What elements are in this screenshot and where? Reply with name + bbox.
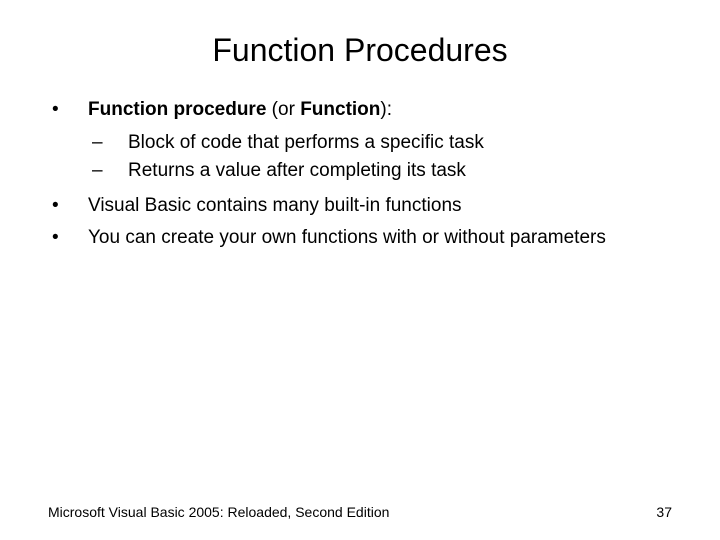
bullet-item: • Function procedure (or Function): <box>48 97 672 124</box>
slide-footer: Microsoft Visual Basic 2005: Reloaded, S… <box>48 504 672 520</box>
bullet-text: Visual Basic contains many built-in func… <box>88 193 672 220</box>
sub-bullet-mark: – <box>92 130 128 157</box>
sub-bullet-text: Block of code that performs a specific t… <box>128 130 672 157</box>
slide-content: • Function procedure (or Function): – Bl… <box>48 97 672 252</box>
bullet-item: • You can create your own functions with… <box>48 225 672 252</box>
slide: Function Procedures • Function procedure… <box>0 0 720 540</box>
bold-text: Function procedure <box>88 99 266 120</box>
bullet-text: Function procedure (or Function): <box>88 97 672 124</box>
text-span: ): <box>380 99 392 120</box>
bullet-mark: • <box>48 193 88 220</box>
page-number: 37 <box>656 504 672 520</box>
text-span: (or <box>266 99 300 120</box>
bullet-mark: • <box>48 225 88 252</box>
bullet-item: • Visual Basic contains many built-in fu… <box>48 193 672 220</box>
bullet-text: You can create your own functions with o… <box>88 225 672 252</box>
footer-text: Microsoft Visual Basic 2005: Reloaded, S… <box>48 504 389 520</box>
sub-bullet-text: Returns a value after completing its tas… <box>128 158 672 185</box>
slide-title: Function Procedures <box>48 32 672 69</box>
bold-text: Function <box>300 99 380 120</box>
sub-bullet-mark: – <box>92 158 128 185</box>
sub-bullet-block: – Block of code that performs a specific… <box>48 130 672 185</box>
sub-bullet-item: – Block of code that performs a specific… <box>92 130 672 157</box>
sub-bullet-item: – Returns a value after completing its t… <box>92 158 672 185</box>
bullet-mark: • <box>48 97 88 124</box>
